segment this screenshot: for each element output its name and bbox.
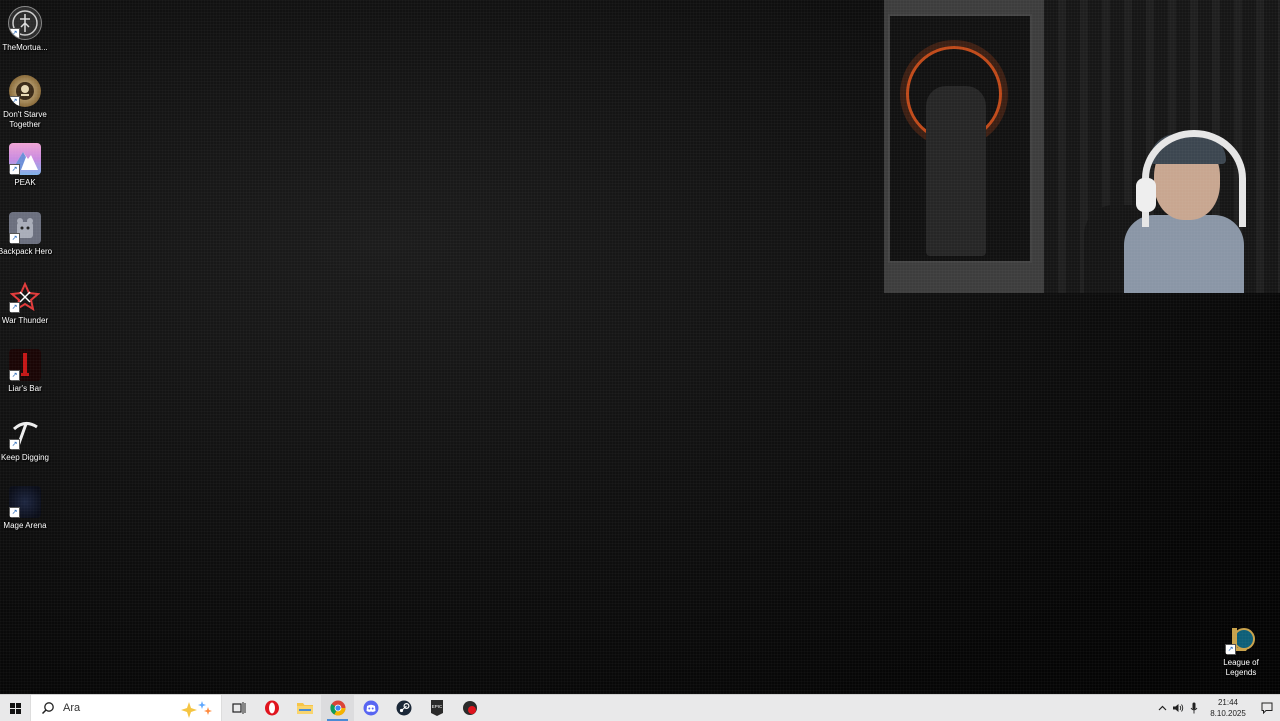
desktop-icon-backpack-hero[interactable]: ↗ Backpack Hero xyxy=(0,212,53,257)
desktop-icon-label: Mage Arena xyxy=(3,521,47,530)
war-thunder-icon: ↗ xyxy=(9,281,41,313)
liars-bar-icon: ↗ xyxy=(9,349,41,381)
dont-starve-icon: ↗ xyxy=(9,75,41,107)
desktop-icon-label: Backpack Hero xyxy=(0,247,53,256)
desktop-icon-label: TheMortua... xyxy=(2,43,48,52)
steam-button[interactable] xyxy=(387,695,420,721)
desktop-icon-war-thunder[interactable]: ↗ War Thunder xyxy=(0,281,50,326)
desktop-icon-keep-digging[interactable]: ↗ Keep Digging xyxy=(0,418,50,463)
desktop-icon-mage-arena[interactable]: ↗ Mage Arena xyxy=(0,486,50,531)
desktop-icon-label: Don't Starve Together xyxy=(3,110,47,129)
clock[interactable]: 21:44 8.10.2025 xyxy=(1202,697,1254,719)
streaming-app-button[interactable] xyxy=(453,695,486,721)
search-icon xyxy=(41,702,54,715)
discord-button[interactable] xyxy=(354,695,387,721)
task-view-icon xyxy=(231,702,245,714)
system-tray: 21:44 8.10.2025 xyxy=(1154,695,1280,721)
volume-button[interactable] xyxy=(1170,695,1186,721)
mortuary-game-icon: ↗ xyxy=(8,6,42,40)
clock-time: 21:44 xyxy=(1217,698,1239,707)
discord-icon xyxy=(363,700,378,716)
notification-icon xyxy=(1261,702,1273,714)
search-box[interactable]: Ara xyxy=(30,695,222,721)
desktop-icon-liars-bar[interactable]: ↗ Liar's Bar xyxy=(0,349,50,394)
desktop-icon-dont-starve-together[interactable]: ↗ Don't Starve Together xyxy=(0,75,50,130)
red-record-icon xyxy=(462,701,477,715)
desktop-icon-label: Liar's Bar xyxy=(8,384,42,393)
mage-arena-icon: ↗ xyxy=(9,486,41,518)
epic-games-icon: EPIC xyxy=(430,700,443,716)
keep-digging-icon: ↗ xyxy=(9,418,41,450)
desktop: ↗ TheMortua... ↗ Don't Starve Together ↗… xyxy=(0,0,1280,694)
chrome-button[interactable] xyxy=(321,695,354,721)
chevron-up-icon xyxy=(1158,705,1166,711)
league-of-legends-icon: ↗ xyxy=(1225,623,1257,655)
desktop-icon-label: War Thunder xyxy=(1,316,49,325)
desktop-icon-label: League of Legends xyxy=(1223,658,1259,677)
speaker-icon xyxy=(1173,704,1184,712)
start-button[interactable] xyxy=(0,695,30,721)
desktop-icon-label: PEAK xyxy=(14,178,36,187)
show-hidden-icons-button[interactable] xyxy=(1154,695,1170,721)
folder-icon xyxy=(296,703,313,714)
file-explorer-button[interactable] xyxy=(288,695,321,721)
opera-icon xyxy=(264,700,279,716)
search-input[interactable]: Ara xyxy=(63,702,80,714)
clock-date: 8.10.2025 xyxy=(1210,709,1246,718)
taskbar: Ara EPIC 21:44 8.10.2025 xyxy=(0,694,1280,721)
task-view-button[interactable] xyxy=(222,695,255,721)
desktop-icon-label: Keep Digging xyxy=(0,453,50,462)
notification-center-button[interactable] xyxy=(1254,695,1280,721)
desktop-icon-league-of-legends[interactable]: ↗ League of Legends xyxy=(1216,623,1266,678)
backpack-hero-icon: ↗ xyxy=(9,212,41,244)
opera-button[interactable] xyxy=(255,695,288,721)
desktop-icon-peak[interactable]: ↗ PEAK xyxy=(0,143,50,188)
epic-games-button[interactable]: EPIC xyxy=(420,695,453,721)
windows-logo-icon xyxy=(9,702,21,714)
microphone-icon xyxy=(1190,702,1198,714)
steam-icon xyxy=(396,700,411,716)
chrome-icon xyxy=(329,700,345,716)
search-highlight-icon xyxy=(181,701,212,718)
webcam-overlay xyxy=(884,0,1280,293)
svg-text:EPIC: EPIC xyxy=(431,704,442,709)
desktop-icon-themortuary[interactable]: ↗ TheMortua... xyxy=(0,6,50,53)
peak-icon: ↗ xyxy=(9,143,41,175)
microphone-button[interactable] xyxy=(1186,695,1202,721)
